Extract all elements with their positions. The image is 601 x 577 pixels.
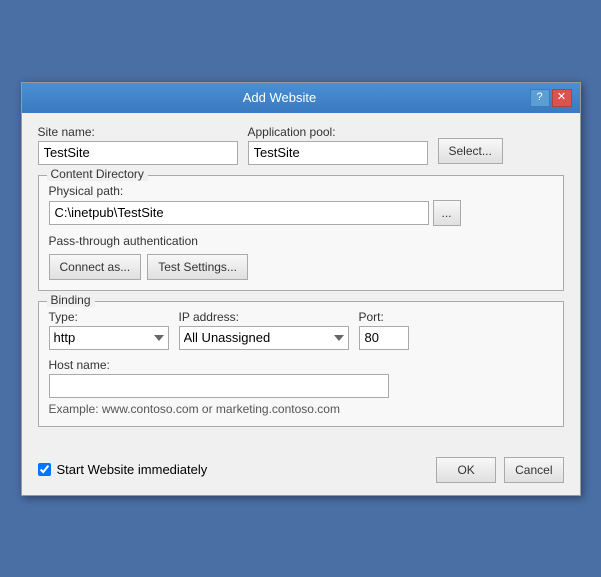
content-directory-section: Content Directory Physical path: ... Pas… [38,175,564,291]
connect-as-button[interactable]: Connect as... [49,254,142,280]
app-pool-input[interactable] [248,141,428,165]
start-website-checkbox[interactable] [38,463,51,476]
path-row: ... [49,200,553,226]
app-pool-group: Application pool: [248,125,428,165]
footer-buttons: OK Cancel [436,457,563,483]
hostname-label: Host name: [49,358,553,372]
site-name-group: Site name: [38,125,238,165]
binding-label: Binding [47,293,95,307]
site-name-label: Site name: [38,125,238,139]
binding-type-ip-port-row: Type: http https IP address: All Unassig… [49,310,553,350]
cancel-button[interactable]: Cancel [504,457,563,483]
ip-group: IP address: All Unassigned [179,310,349,350]
type-label: Type: [49,310,169,324]
port-input[interactable] [359,326,409,350]
site-app-pool-row: Site name: Application pool: Select... [38,125,564,165]
ok-button[interactable]: OK [436,457,496,483]
hostname-input[interactable] [49,374,389,398]
app-pool-label: Application pool: [248,125,428,139]
dialog-title: Add Website [30,90,530,105]
physical-path-input[interactable] [49,201,429,225]
select-button[interactable]: Select... [438,138,503,164]
auth-buttons: Connect as... Test Settings... [49,254,553,280]
ip-select[interactable]: All Unassigned [179,326,349,350]
content-directory-label: Content Directory [47,167,148,181]
test-settings-button[interactable]: Test Settings... [147,254,248,280]
dialog-body: Site name: Application pool: Select... C… [22,113,580,449]
physical-path-label: Physical path: [49,184,553,198]
type-select[interactable]: http https [49,326,169,350]
titlebar: Add Website ? ✕ [22,83,580,113]
browse-button[interactable]: ... [433,200,461,226]
add-website-dialog: Add Website ? ✕ Site name: Application p… [21,82,581,496]
pass-through-label: Pass-through authentication [49,234,553,248]
dialog-footer: Start Website immediately OK Cancel [22,449,580,495]
start-website-row: Start Website immediately [38,462,208,477]
start-website-label: Start Website immediately [57,462,208,477]
port-label: Port: [359,310,409,324]
close-button[interactable]: ✕ [552,89,572,107]
titlebar-buttons: ? ✕ [530,89,572,107]
hostname-section: Host name: [49,358,553,398]
port-group: Port: [359,310,409,350]
example-text: Example: www.contoso.com or marketing.co… [49,402,553,416]
help-button[interactable]: ? [530,89,550,107]
type-group: Type: http https [49,310,169,350]
site-name-input[interactable] [38,141,238,165]
ip-label: IP address: [179,310,349,324]
binding-section: Binding Type: http https IP address: All… [38,301,564,427]
